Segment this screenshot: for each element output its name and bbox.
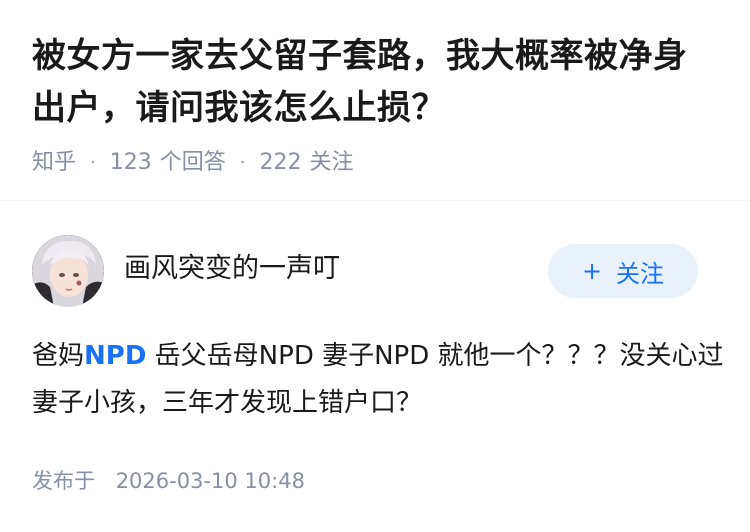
npd-link[interactable]: NPD xyxy=(84,341,146,371)
publish-label: 发布于 xyxy=(32,469,95,493)
publish-datetime: 2026-03-10 10:48 xyxy=(115,469,305,493)
follower-count-label: 关注 xyxy=(309,150,354,175)
question-title[interactable]: 被女方一家去父留子套路，我大概率被净身出户，请问我该怎么止损？ xyxy=(32,30,718,134)
follower-count: 222 xyxy=(259,150,302,175)
content-prefix: 爸妈 xyxy=(32,341,85,371)
section-divider xyxy=(0,200,750,201)
follow-button[interactable]: + 关注 xyxy=(548,244,698,298)
avatar-image xyxy=(32,235,104,307)
source-label[interactable]: 知乎 xyxy=(32,148,76,178)
question-meta: 知乎 · 123 个回答 · 222 关注 xyxy=(32,148,718,178)
answer-content[interactable]: 爸妈NPD 岳父岳母NPD 妻子NPD 就他一个？？？没关心过妻子小孩，三年才发… xyxy=(32,333,730,427)
follow-button-label: 关注 xyxy=(616,259,665,288)
separator-dot: · xyxy=(239,152,246,173)
answer-count-label: 个回答 xyxy=(159,150,226,175)
publish-info: 发布于 2026-03-10 10:48 xyxy=(32,466,305,496)
answer-count: 123 xyxy=(109,150,152,175)
author-row: 画风突变的一声叮 + 关注 xyxy=(32,235,698,307)
avatar[interactable] xyxy=(32,235,104,307)
answer-page: 被女方一家去父留子套路，我大概率被净身出户，请问我该怎么止损？ 知乎 · 123… xyxy=(0,0,750,532)
question-header: 被女方一家去父留子套路，我大概率被净身出户，请问我该怎么止损？ 知乎 · 123… xyxy=(0,0,750,200)
author-name[interactable]: 画风突变的一声叮 xyxy=(124,251,548,287)
separator-dot: · xyxy=(90,152,96,173)
plus-icon: + xyxy=(581,257,603,285)
